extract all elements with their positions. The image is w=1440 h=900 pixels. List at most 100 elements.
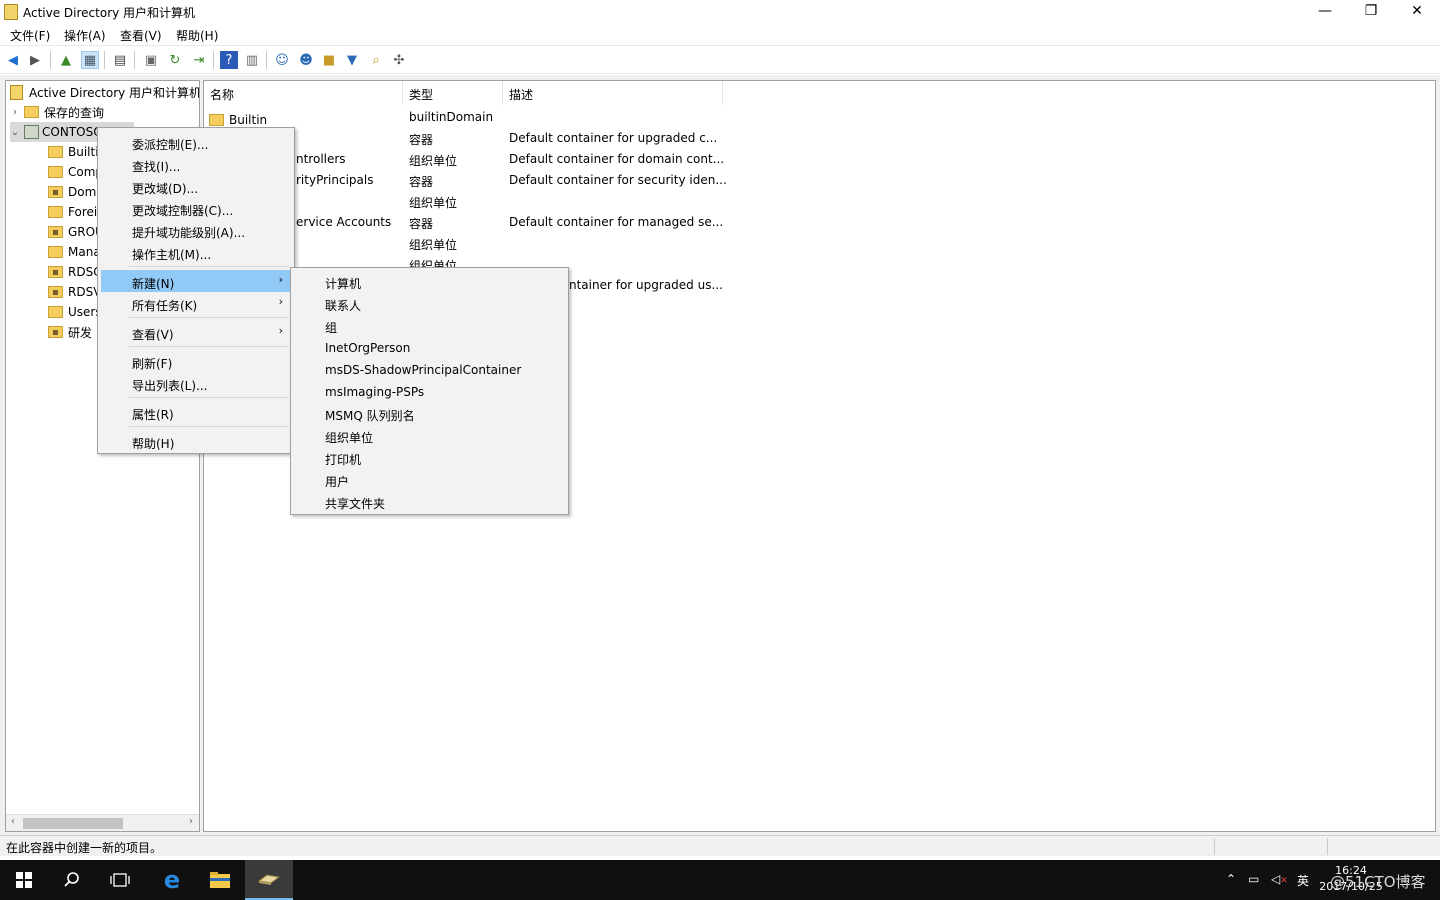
find-icon[interactable]: ⌕: [367, 51, 385, 69]
menu-item-properties[interactable]: 属性(R): [101, 401, 291, 423]
show-hide-console-tree-icon[interactable]: ▦: [81, 51, 99, 69]
ou-folder-icon: [48, 226, 63, 238]
cell-description: ntainer for upgraded us...: [569, 278, 723, 292]
submenu-item-group[interactable]: 组: [294, 314, 566, 336]
ou-folder-icon: [48, 186, 63, 198]
menu-view[interactable]: 查看(V): [120, 27, 162, 44]
tree-item-builtin[interactable]: Builti: [48, 142, 99, 162]
folder-icon: [48, 166, 63, 178]
task-view-icon[interactable]: [96, 860, 144, 900]
toolbar: ◀ ▶ ▲ ▦ ▤ ▣ ↻ ⇥ ? ▥ ☺ ☻ ■ ▼ ⌕ ✣: [0, 46, 1440, 74]
scroll-right-icon[interactable]: ›: [189, 816, 193, 827]
new-user-icon[interactable]: ☺: [273, 51, 291, 69]
tree-item-users[interactable]: Users: [48, 302, 102, 322]
scrollbar-thumb[interactable]: [23, 818, 123, 829]
cell-description: Default container for security iden...: [509, 173, 727, 187]
submenu-item-user[interactable]: 用户: [294, 468, 566, 490]
magnifier-icon: [64, 872, 79, 887]
cell-type: 容器: [409, 217, 434, 231]
horizontal-scrollbar[interactable]: ‹ ›: [6, 814, 199, 831]
chevron-down-icon[interactable]: ⌄: [10, 127, 20, 138]
tree-item-domain-controllers[interactable]: Dom: [48, 182, 96, 202]
menu-item-refresh[interactable]: 刷新(F): [101, 350, 291, 372]
submenu-item-msimaging-psps[interactable]: msImaging-PSPs: [294, 380, 566, 402]
restore-button[interactable]: ❐: [1348, 0, 1394, 24]
tree-item-groups[interactable]: GROU: [48, 222, 104, 242]
menu-item-find[interactable]: 查找(I)...: [101, 153, 291, 175]
minimize-button[interactable]: —: [1302, 0, 1348, 24]
search-icon[interactable]: [48, 860, 96, 900]
tree-item-foreign-security-principals[interactable]: Forei: [48, 202, 97, 222]
menu-separator: [129, 426, 289, 427]
up-folder-icon[interactable]: ▲: [57, 51, 75, 69]
menu-action[interactable]: 操作(A): [64, 27, 106, 44]
windows-logo-icon: [16, 872, 32, 888]
tree-root-label: Active Directory 用户和计算机: [29, 85, 200, 100]
menu-item-export-list[interactable]: 导出列表(L)...: [101, 372, 291, 394]
menu-item-change-domain[interactable]: 更改域(D)...: [101, 175, 291, 197]
tree-item-managed-service-accounts[interactable]: Mana: [48, 242, 101, 262]
internet-explorer-icon[interactable]: e: [148, 860, 196, 900]
tree-item-research[interactable]: 研发: [48, 322, 92, 342]
tree-item-rdsv[interactable]: RDSV: [48, 282, 101, 302]
tree-item-label: Builti: [68, 145, 99, 159]
menu-item-raise-domain-level[interactable]: 提升域功能级别(A)...: [101, 219, 291, 241]
menu-item-change-dc[interactable]: 更改域控制器(C)...: [101, 197, 291, 219]
tree-item-saved-queries[interactable]: › 保存的查询: [10, 102, 104, 122]
tree-root[interactable]: Active Directory 用户和计算机: [10, 82, 200, 102]
menu-item-new[interactable]: 新建(N) ›: [101, 270, 291, 292]
add-to-group-icon[interactable]: ✣: [390, 51, 408, 69]
speaker-muted-icon[interactable]: ◁✕: [1271, 872, 1288, 886]
clipboard-icon[interactable]: ▤: [111, 51, 129, 69]
toolbar-separator: [134, 51, 135, 69]
tree-item-label: Mana: [68, 245, 101, 259]
submenu-item-shared-folder[interactable]: 共享文件夹: [294, 490, 566, 512]
refresh-icon[interactable]: ↻: [166, 51, 184, 69]
window-title: Active Directory 用户和计算机: [23, 6, 196, 20]
scroll-left-icon[interactable]: ‹: [11, 816, 15, 827]
status-text: 在此容器中创建一新的项目。: [6, 841, 163, 855]
menu-item-operations-masters[interactable]: 操作主机(M)...: [101, 241, 291, 263]
status-bar: 在此容器中创建一新的项目。: [0, 835, 1440, 856]
help-icon[interactable]: ?: [220, 51, 238, 69]
new-group-icon[interactable]: ☻: [297, 51, 315, 69]
submenu-item-printer[interactable]: 打印机: [294, 446, 566, 468]
tree-item-rdsc[interactable]: RDSC: [48, 262, 102, 282]
menu-file[interactable]: 文件(F): [10, 27, 50, 44]
file-explorer-icon[interactable]: [196, 860, 244, 900]
column-header-type[interactable]: 类型: [403, 81, 503, 105]
menu-item-view[interactable]: 查看(V) ›: [101, 321, 291, 343]
column-header-description[interactable]: 描述: [503, 81, 723, 105]
submenu-item-msmq-queue-alias[interactable]: MSMQ 队列别名: [294, 402, 566, 424]
tree-item-computers[interactable]: Comp: [48, 162, 103, 182]
show-hidden-icons-icon[interactable]: ⌃: [1226, 872, 1236, 886]
submenu-item-inetorgperson[interactable]: InetOrgPerson: [294, 336, 566, 358]
export-list-icon[interactable]: ⇥: [190, 51, 208, 69]
submenu-item-ou[interactable]: 组织单位: [294, 424, 566, 446]
new-ou-icon[interactable]: ■: [320, 51, 338, 69]
input-method-indicator[interactable]: 英: [1297, 872, 1309, 889]
title-bar: Active Directory 用户和计算机 — ❐ ✕: [0, 0, 1440, 24]
menu-item-all-tasks[interactable]: 所有任务(K) ›: [101, 292, 291, 314]
properties-icon[interactable]: ▣: [142, 51, 160, 69]
back-icon[interactable]: ◀: [4, 51, 22, 69]
submenu-item-contact[interactable]: 联系人: [294, 292, 566, 314]
network-icon[interactable]: ▭: [1248, 872, 1259, 886]
menu-help[interactable]: 帮助(H): [176, 27, 218, 44]
menu-item-help[interactable]: 帮助(H): [101, 430, 291, 452]
ad-users-computers-task[interactable]: [245, 860, 293, 900]
status-divider: [1214, 838, 1215, 855]
close-button[interactable]: ✕: [1394, 0, 1440, 24]
start-windows-icon[interactable]: [0, 860, 48, 900]
action-pane-icon[interactable]: ▥: [243, 51, 261, 69]
filter-icon[interactable]: ▼: [343, 51, 361, 69]
submenu-item-shadow-principal-container[interactable]: msDS-ShadowPrincipalContainer: [294, 358, 566, 380]
column-header-name[interactable]: 名称: [204, 81, 403, 105]
submenu-item-computer[interactable]: 计算机: [294, 270, 566, 292]
menu-item-delegate-control[interactable]: 委派控制(E)...: [101, 131, 291, 153]
chevron-right-icon[interactable]: ›: [10, 107, 20, 118]
folder-icon: [209, 113, 224, 126]
folder-glyph: [210, 872, 230, 888]
forward-icon[interactable]: ▶: [26, 51, 44, 69]
toolbar-separator: [50, 51, 51, 69]
